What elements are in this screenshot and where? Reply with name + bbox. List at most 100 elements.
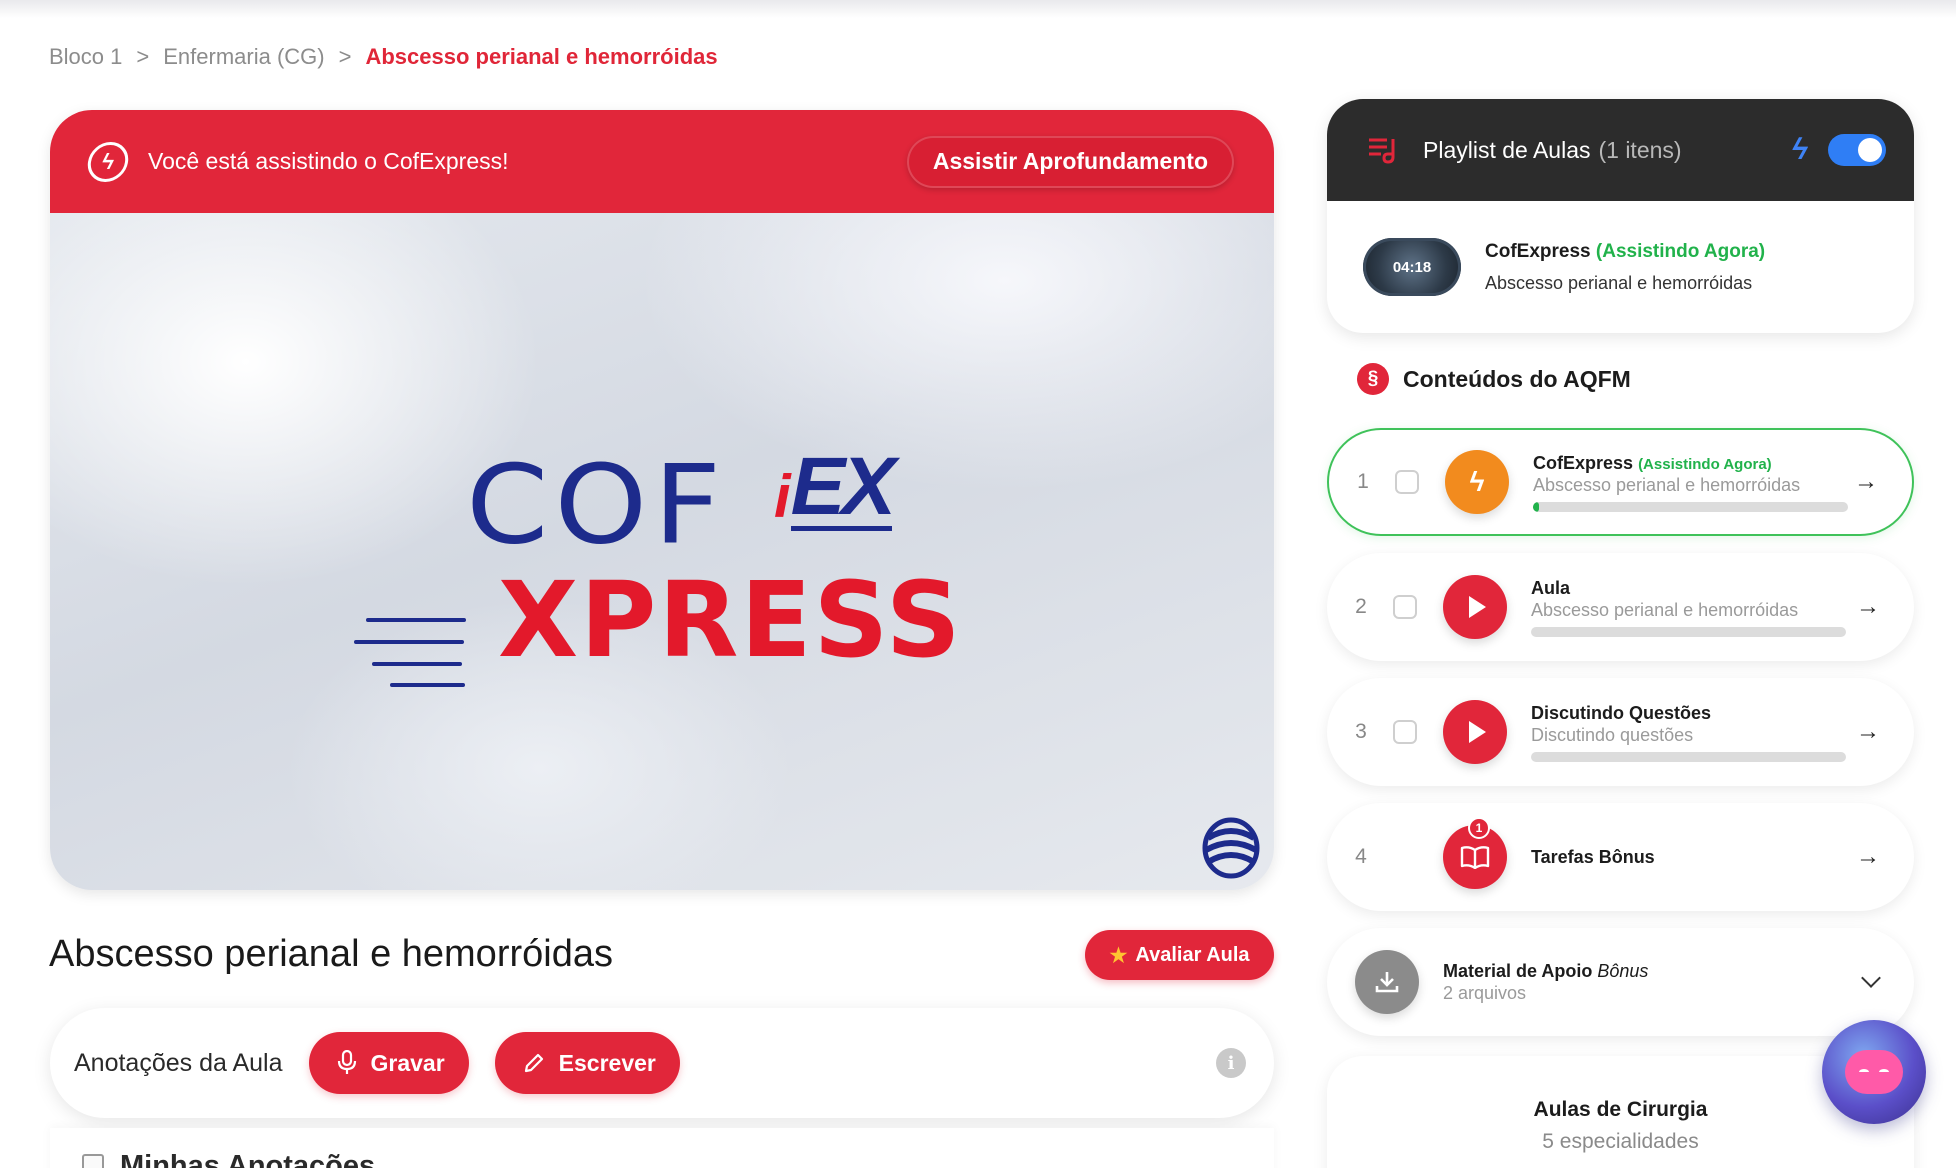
item-progress-bar: [1531, 751, 1846, 762]
item-progress-bar: [1533, 501, 1848, 512]
banner-message: Você está assistindo o CofExpress!: [148, 148, 509, 174]
top-shadow: [0, 0, 1956, 18]
autoplay-toggle[interactable]: [1828, 134, 1886, 166]
arrow-right-icon: →: [1856, 843, 1880, 870]
globe-watermark-icon: [1202, 817, 1260, 879]
breadcrumb: Bloco 1 > Enfermaria (CG) > Abscesso per…: [49, 42, 718, 72]
breadcrumb-current: Abscesso perianal e hemorróidas: [365, 44, 718, 69]
playlist-count: (1 itens): [1598, 136, 1682, 163]
download-icon: [1355, 950, 1419, 1014]
item-number: 2: [1355, 595, 1367, 618]
logo-ex-mark: i EX: [774, 441, 896, 532]
playlist-title: Playlist de Aulas: [1423, 136, 1591, 163]
notification-badge: 1: [1468, 817, 1490, 839]
record-label: Gravar: [370, 1049, 445, 1076]
bolt-icon: ϟ: [1789, 133, 1811, 166]
player-banner: ϟ Você está assistindo o CofExpress! Ass…: [50, 110, 1274, 213]
item-subtitle: Abscesso perianal e hemorróidas: [1531, 599, 1799, 620]
item-title: Discutindo Questões: [1531, 702, 1712, 723]
item-text: Material de Apoio Bônus 2 arquivos: [1443, 961, 1758, 1004]
chevron-down-icon[interactable]: [1861, 968, 1881, 988]
cofexpress-bolt-icon: ϟ: [85, 141, 131, 182]
item-subtitle: Discutindo questões: [1531, 724, 1694, 745]
breadcrumb-item-enfermaria[interactable]: Enfermaria (CG): [163, 44, 324, 70]
now-playing-subtitle: Abscesso perianal e hemorróidas: [1485, 272, 1753, 293]
breadcrumb-item-bloco[interactable]: Bloco 1: [49, 44, 122, 70]
arrow-right-icon: →: [1854, 468, 1878, 495]
play-icon: [1443, 575, 1507, 639]
open-book-icon: [1460, 846, 1490, 869]
playlist-icon: [1369, 138, 1395, 164]
item-title: Tarefas Bônus: [1531, 846, 1655, 867]
item-subtitle: Abscesso perianal e hemorróidas: [1533, 474, 1801, 495]
video-frame[interactable]: COF i EX XPRESS: [50, 213, 1274, 890]
logo-speed-line: [390, 683, 465, 687]
surgery-title: Aulas de Cirurgia: [1533, 1098, 1708, 1121]
item-number: 3: [1355, 720, 1367, 743]
chevron-right-icon: >: [338, 44, 352, 69]
my-notes-section: Minhas Anotações: [50, 1128, 1274, 1168]
surgery-subtitle: 5 especialidades: [1542, 1130, 1699, 1153]
item-text: CofExpress (Assistindo Agora) Abscesso p…: [1533, 453, 1848, 512]
item-text: Discutindo Questões Discutindo questões: [1531, 703, 1846, 762]
support-material-item[interactable]: Material de Apoio Bônus 2 arquivos: [1327, 928, 1914, 1036]
item-text: Aula Abscesso perianal e hemorróidas: [1531, 578, 1846, 637]
contents-heading: § Conteúdos do AQFM: [1357, 363, 1631, 395]
item-status: (Assistindo Agora): [1638, 455, 1772, 473]
logo-ex-text: EX: [790, 441, 896, 532]
notes-label: Anotações da Aula: [74, 1048, 283, 1077]
download-arrow-icon: [1375, 972, 1399, 993]
watch-deep-dive-button[interactable]: Assistir Aprofundamento: [906, 135, 1234, 188]
microphone-icon: [337, 1050, 356, 1074]
star-icon: ★: [1109, 944, 1128, 967]
item-number: 4: [1355, 845, 1367, 868]
rate-lesson-button[interactable]: ★ Avaliar Aula: [1085, 930, 1274, 980]
logo-speed-line: [366, 618, 466, 622]
play-icon: [1443, 700, 1507, 764]
item-checkbox[interactable]: [1393, 595, 1417, 619]
content-item-cofexpress[interactable]: 1 ϟ CofExpress (Assistindo Agora) Absces…: [1327, 428, 1914, 536]
item-progress-fill: [1533, 501, 1540, 512]
lesson-title: Abscesso perianal e hemorróidas: [49, 933, 613, 975]
logo-cof-text: COF: [466, 441, 728, 569]
lesson-notes-bar: Anotações da Aula Gravar Escrever i: [50, 1008, 1274, 1118]
now-playing-text: CofExpress (Assistindo Agora) Abscesso p…: [1485, 241, 1765, 294]
arrow-right-icon: →: [1856, 718, 1880, 745]
item-checkbox[interactable]: [1395, 470, 1419, 494]
assistant-face: [1845, 1050, 1903, 1094]
logo-speed-line: [354, 640, 464, 644]
contents-title: Conteúdos do AQFM: [1403, 365, 1631, 392]
content-item-tarefas[interactable]: 4 1 Tarefas Bônus →: [1327, 803, 1914, 911]
now-playing-thumbnail: 04:18: [1363, 238, 1461, 296]
material-subtitle: 2 arquivos: [1443, 982, 1527, 1003]
logo-xpress-text: XPRESS: [498, 559, 963, 681]
item-number: 1: [1357, 470, 1369, 493]
document-icon: [82, 1154, 104, 1168]
assistant-bot-icon[interactable]: [1822, 1020, 1926, 1124]
playlist-header: Playlist de Aulas (1 itens) ϟ: [1327, 99, 1914, 201]
item-title: CofExpress: [1533, 452, 1634, 473]
logo-ex-i: i: [774, 462, 791, 530]
logo-speed-line: [372, 662, 462, 666]
playlist-panel: Playlist de Aulas (1 itens) ϟ 04:18 CofE…: [1327, 99, 1914, 333]
content-item-aula[interactable]: 2 Aula Abscesso perianal e hemorróidas →: [1327, 553, 1914, 661]
content-item-discutindo[interactable]: 3 Discutindo Questões Discutindo questõe…: [1327, 678, 1914, 786]
pencil-icon: [524, 1053, 543, 1073]
record-button[interactable]: Gravar: [308, 1032, 469, 1094]
item-text: Tarefas Bônus: [1531, 847, 1846, 868]
material-title: Material de Apoio: [1443, 960, 1593, 981]
write-label: Escrever: [558, 1049, 656, 1076]
thumbnail-duration: 04:18: [1392, 258, 1432, 276]
book-icon: 1: [1443, 817, 1507, 889]
now-playing-row[interactable]: 04:18 CofExpress (Assistindo Agora) Absc…: [1327, 201, 1914, 333]
item-progress-bar: [1531, 626, 1846, 637]
item-checkbox[interactable]: [1393, 720, 1417, 744]
rate-lesson-label: Avaliar Aula: [1135, 943, 1250, 966]
item-title: Aula: [1531, 577, 1571, 598]
info-icon[interactable]: i: [1216, 1048, 1246, 1078]
now-playing-status: (Assistindo Agora): [1595, 240, 1766, 262]
my-notes-title: Minhas Anotações: [120, 1150, 376, 1168]
now-playing-name: CofExpress: [1485, 240, 1591, 262]
cofexpress-bolt-icon: ϟ: [1445, 450, 1509, 514]
write-button[interactable]: Escrever: [494, 1032, 680, 1094]
